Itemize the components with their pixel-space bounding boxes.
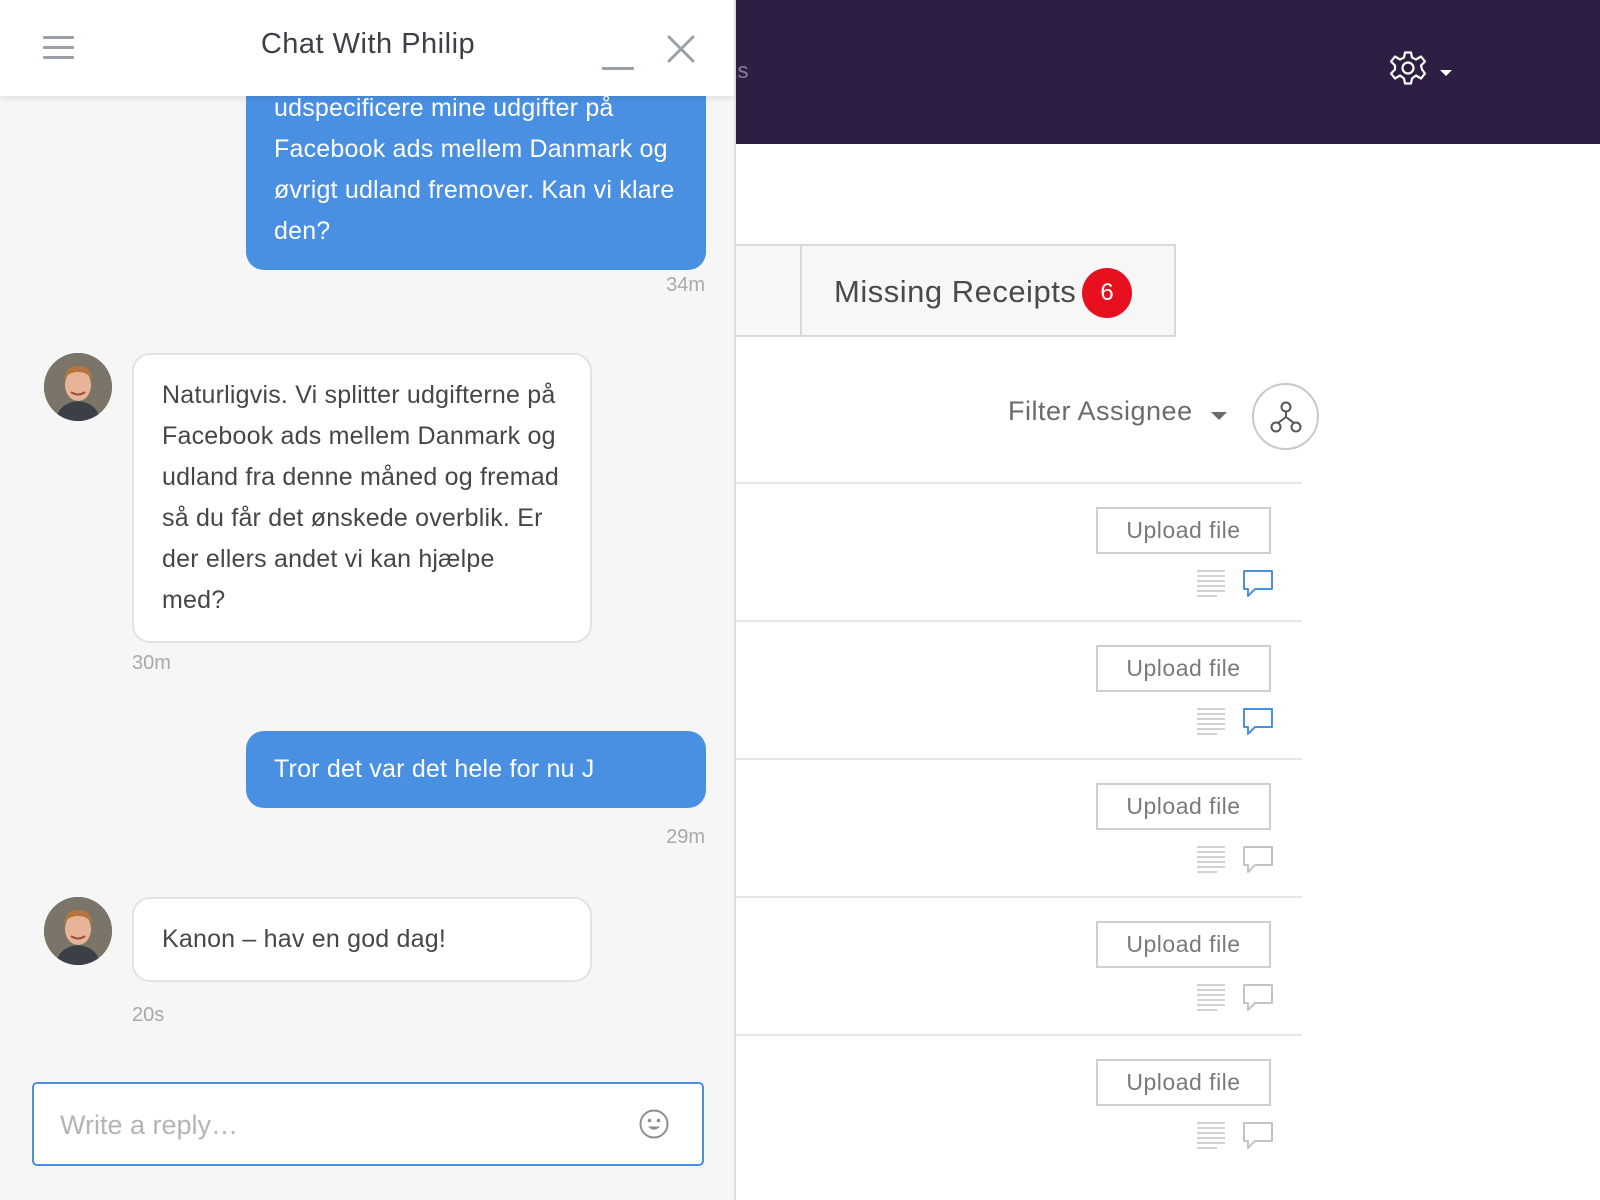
chat-title: Chat With Philip	[260, 28, 476, 60]
chat-header: Chat With Philip	[0, 0, 734, 96]
notes-icon[interactable]	[1196, 568, 1226, 598]
message-timestamp: 34m	[666, 274, 705, 296]
close-icon[interactable]	[666, 34, 696, 64]
filter-assignee-dropdown[interactable]: Filter Assignee	[1008, 396, 1228, 436]
chevron-down-icon	[1440, 70, 1452, 76]
chevron-down-icon	[1211, 411, 1228, 420]
notes-icon[interactable]	[1196, 982, 1226, 1012]
org-chart-icon	[1270, 401, 1302, 433]
message-bubble-outgoing: Tror det var det hele for nu J	[246, 731, 706, 808]
tab-label: Missing Receipts	[834, 274, 1077, 309]
upload-file-button[interactable]: Upload file	[1096, 921, 1271, 968]
receipt-row: Upload file	[722, 482, 1302, 620]
org-chart-button[interactable]	[1252, 383, 1319, 450]
comment-icon[interactable]	[1242, 568, 1274, 600]
receipt-row: Upload file	[722, 758, 1302, 896]
gear-icon	[1389, 51, 1427, 85]
message-bubble-incoming: Naturligvis. Vi splitter udgifterne på F…	[132, 353, 592, 643]
notes-icon[interactable]	[1196, 844, 1226, 874]
minimize-icon[interactable]	[602, 40, 634, 70]
comment-icon[interactable]	[1242, 844, 1274, 876]
message-bubble-outgoing: udspecificere mine udgifter på Facebook …	[246, 70, 706, 270]
filter-assignee-label: Filter Assignee	[1008, 396, 1193, 426]
notes-icon[interactable]	[1196, 1120, 1226, 1150]
chat-panel: Chat With Philip udspecificere mine udgi…	[0, 0, 736, 1200]
tab-missing-receipts[interactable]: Missing Receipts 6	[800, 244, 1176, 337]
comment-icon[interactable]	[1242, 1120, 1274, 1152]
reply-input[interactable]	[60, 1106, 620, 1144]
comment-icon[interactable]	[1242, 706, 1274, 738]
message-timestamp: 30m	[132, 652, 171, 674]
receipt-row: Upload file	[722, 620, 1302, 758]
message-bubble-incoming: Kanon – hav en god dag!	[132, 897, 592, 982]
emoji-icon[interactable]	[638, 1108, 670, 1140]
count-badge: 6	[1082, 268, 1132, 318]
receipt-row: Upload file	[722, 896, 1302, 1034]
notes-icon[interactable]	[1196, 706, 1226, 736]
upload-file-button[interactable]: Upload file	[1096, 645, 1271, 692]
comment-icon[interactable]	[1242, 982, 1274, 1014]
receipts-list: Upload file Upload file Upload file Upload …	[722, 482, 1302, 1172]
message-list: udspecificere mine udgifter på Facebook …	[0, 0, 734, 1070]
menu-icon[interactable]	[43, 36, 74, 60]
message-timestamp: 20s	[132, 1004, 165, 1026]
message-timestamp: 29m	[666, 826, 705, 848]
upload-file-button[interactable]: Upload file	[1096, 783, 1271, 830]
upload-file-button[interactable]: Upload file	[1096, 1059, 1271, 1106]
receipt-row: Upload file	[722, 1034, 1302, 1172]
reply-box	[32, 1082, 704, 1166]
upload-file-button[interactable]: Upload file	[1096, 507, 1271, 554]
agent-avatar	[44, 897, 112, 965]
agent-avatar	[44, 353, 112, 421]
settings-dropdown-button[interactable]	[1388, 48, 1458, 92]
